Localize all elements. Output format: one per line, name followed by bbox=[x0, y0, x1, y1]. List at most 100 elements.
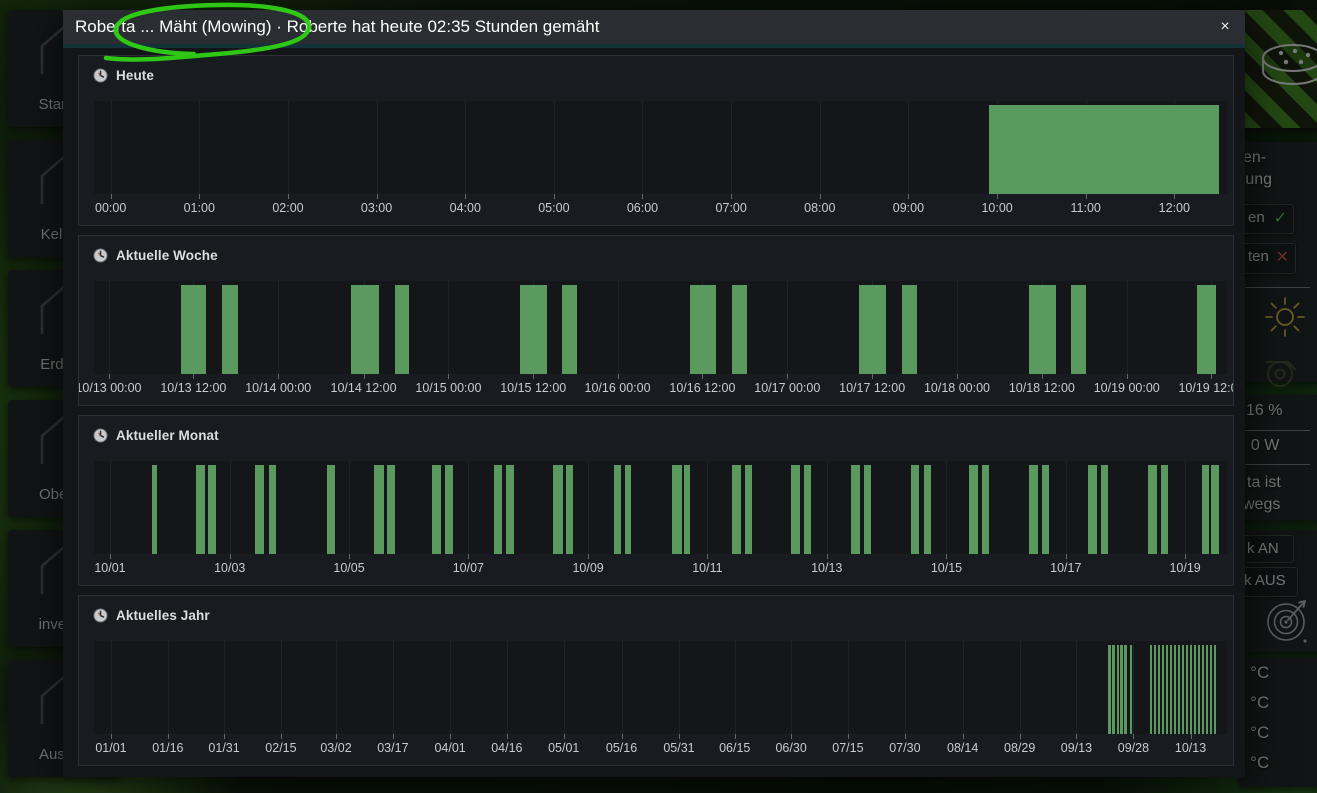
gridline bbox=[109, 281, 110, 374]
mowing-session-bar bbox=[222, 285, 237, 374]
mowing-session-bar bbox=[864, 465, 871, 554]
mowing-session-bar bbox=[1206, 645, 1208, 734]
axis-tick bbox=[1086, 194, 1087, 199]
mowing-session-bar bbox=[902, 285, 917, 374]
axis-tick bbox=[1191, 734, 1192, 739]
axis-tick-label: 10/16 12:00 bbox=[669, 381, 735, 395]
axis-tick-label: 10/15 12:00 bbox=[500, 381, 566, 395]
axis-tick-label: 04:00 bbox=[450, 201, 481, 215]
mowing-session-bar bbox=[1108, 645, 1110, 734]
axis-tick bbox=[872, 374, 873, 379]
axis-tick bbox=[679, 734, 680, 739]
axis-tick bbox=[905, 734, 906, 739]
axis-tick bbox=[1042, 374, 1043, 379]
axis-tick bbox=[281, 734, 282, 739]
axis-tick-label: 01:00 bbox=[184, 201, 215, 215]
gridline bbox=[707, 461, 708, 554]
axis-tick bbox=[224, 734, 225, 739]
mowing-session-bar bbox=[553, 465, 563, 554]
axis-tick bbox=[364, 374, 365, 379]
axis-tick-label: 10/11 bbox=[692, 561, 722, 575]
chart-axis: 01/0101/1601/3102/1503/0203/1704/0104/16… bbox=[94, 734, 1227, 760]
mowing-session-bar bbox=[690, 285, 717, 374]
mowing-session-bar bbox=[1101, 465, 1108, 554]
gridline bbox=[377, 101, 378, 194]
mowing-session-bar bbox=[859, 285, 886, 374]
gridline bbox=[448, 281, 449, 374]
axis-tick-label: 08:00 bbox=[804, 201, 835, 215]
clock-icon bbox=[93, 68, 108, 83]
mowing-session-bar bbox=[1150, 645, 1152, 734]
gridline bbox=[787, 281, 788, 374]
axis-tick-label: 10/05 bbox=[333, 561, 364, 575]
mowing-session-bar bbox=[1117, 645, 1119, 734]
axis-tick bbox=[1133, 734, 1134, 739]
mowing-session-bar bbox=[1202, 465, 1209, 554]
gridline bbox=[957, 281, 958, 374]
axis-tick-label: 10/17 00:00 bbox=[754, 381, 820, 395]
mowing-session-bar bbox=[672, 465, 682, 554]
axis-tick-label: 10/16 00:00 bbox=[585, 381, 651, 395]
axis-tick bbox=[468, 554, 469, 559]
axis-tick bbox=[997, 194, 998, 199]
mowing-session-bar bbox=[1029, 285, 1056, 374]
axis-tick bbox=[827, 554, 828, 559]
gridline bbox=[468, 461, 469, 554]
chart-plot bbox=[94, 641, 1227, 734]
gridline bbox=[848, 641, 849, 734]
panel-title-row: Aktuelle Woche bbox=[93, 245, 218, 265]
gridline bbox=[1066, 461, 1067, 554]
gridline bbox=[1127, 281, 1128, 374]
panel-heute: Heute00:0001:0002:0003:0004:0005:0006:00… bbox=[78, 55, 1234, 226]
axis-tick-label: 06/30 bbox=[775, 741, 806, 755]
chart-axis: 10/13 00:0010/13 12:0010/14 00:0010/14 1… bbox=[94, 374, 1227, 400]
gridline bbox=[622, 641, 623, 734]
modal-body: Heute00:0001:0002:0003:0004:0005:0006:00… bbox=[63, 48, 1245, 777]
mowing-session-bar bbox=[969, 465, 978, 554]
mowing-session-bar bbox=[494, 465, 502, 554]
mowing-session-bar bbox=[1190, 645, 1192, 734]
axis-tick-label: 10/18 12:00 bbox=[1009, 381, 1075, 395]
clock-icon bbox=[93, 428, 108, 443]
gridline bbox=[1076, 641, 1077, 734]
chart-plot bbox=[94, 461, 1227, 554]
axis-tick-label: 06/15 bbox=[719, 741, 750, 755]
axis-tick-label: 08/14 bbox=[947, 741, 978, 755]
axis-tick bbox=[588, 554, 589, 559]
axis-tick-label: 10/13 bbox=[1175, 741, 1206, 755]
axis-tick-label: 06:00 bbox=[627, 201, 658, 215]
axis-tick bbox=[377, 194, 378, 199]
mowing-session-bar bbox=[1214, 645, 1216, 734]
mowing-session-bar bbox=[1120, 645, 1122, 734]
axis-tick-label: 03/02 bbox=[320, 741, 351, 755]
axis-tick bbox=[642, 194, 643, 199]
panel-title: Heute bbox=[116, 68, 154, 83]
axis-tick-label: 10/19 bbox=[1169, 561, 1200, 575]
mowing-session-bar bbox=[989, 105, 1219, 194]
mowing-session-bar bbox=[1148, 465, 1157, 554]
gridline bbox=[507, 641, 508, 734]
mowing-session-bar bbox=[911, 465, 920, 554]
close-icon[interactable]: × bbox=[1213, 15, 1237, 39]
panel-jahr: Aktuelles Jahr01/0101/1601/3102/1503/020… bbox=[78, 595, 1234, 766]
axis-tick bbox=[278, 374, 279, 379]
mowing-session-bar bbox=[445, 465, 453, 554]
axis-tick-label: 04/01 bbox=[434, 741, 465, 755]
mowing-session-bar bbox=[1161, 465, 1168, 554]
mowing-session-bar bbox=[152, 465, 157, 554]
axis-tick bbox=[111, 734, 112, 739]
axis-tick bbox=[193, 374, 194, 379]
axis-tick bbox=[199, 194, 200, 199]
axis-tick bbox=[110, 554, 111, 559]
axis-tick-label: 10/14 12:00 bbox=[331, 381, 397, 395]
mowing-session-bar bbox=[851, 465, 860, 554]
mowing-session-bar bbox=[374, 465, 385, 554]
gridline bbox=[642, 101, 643, 194]
axis-tick-label: 10/13 00:00 bbox=[78, 381, 142, 395]
axis-tick-label: 09/13 bbox=[1061, 741, 1092, 755]
mowing-session-bar bbox=[1182, 645, 1184, 734]
gridline bbox=[554, 101, 555, 194]
gridline bbox=[820, 101, 821, 194]
mowing-session-bar bbox=[1154, 645, 1156, 734]
axis-tick bbox=[393, 734, 394, 739]
